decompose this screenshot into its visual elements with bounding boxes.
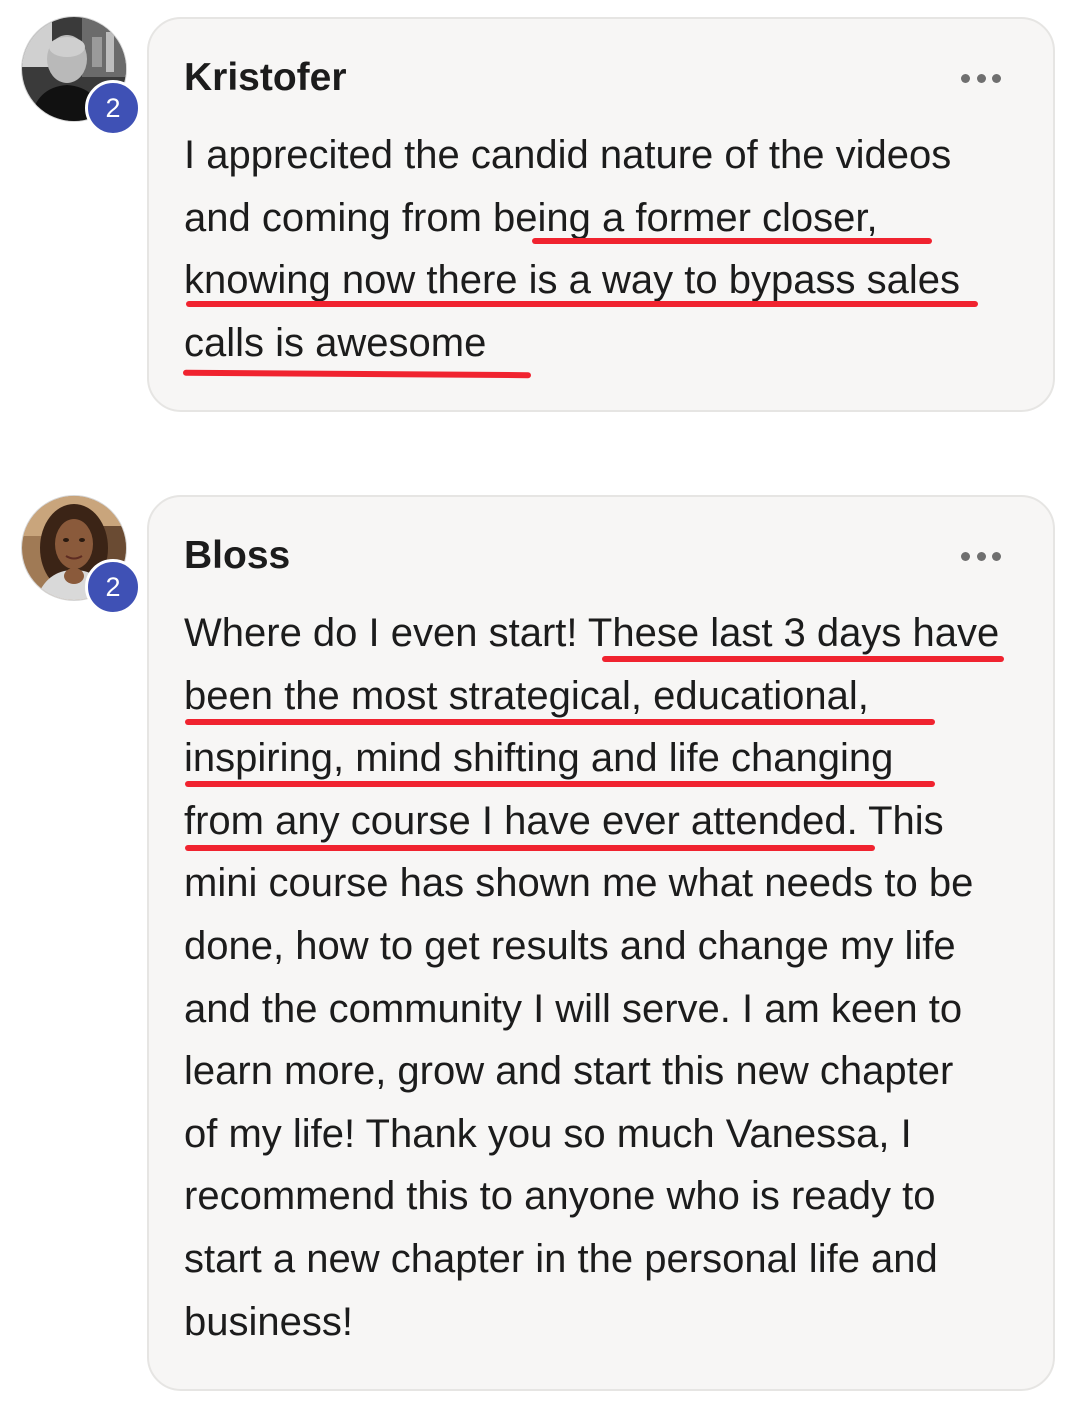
more-options-icon[interactable] — [961, 71, 1001, 85]
highlight-underline — [185, 845, 875, 851]
highlight-underline — [602, 656, 1004, 662]
comment-text-line: start a new chapter in the personal life… — [184, 1236, 938, 1281]
highlight-underline — [185, 719, 935, 725]
comment-text-line: business! — [184, 1299, 353, 1344]
comment-bubble: Bloss Where do I even start! These last … — [147, 495, 1055, 1391]
avatar[interactable]: 2 — [21, 16, 141, 136]
comment-text-line: done, how to get results and change my l… — [184, 923, 956, 968]
comment-text-line: of my life! Thank you so much Vanessa, I — [184, 1111, 912, 1156]
more-options-icon[interactable] — [961, 549, 1001, 563]
comment-text: I apprecited the candid nature of the vi… — [184, 124, 1034, 374]
highlight-underline — [185, 781, 935, 787]
avatar[interactable]: 2 — [21, 495, 141, 615]
highlight-underline — [532, 238, 932, 244]
comment-text-line: from any course I have ever attended. Th… — [184, 798, 944, 843]
notification-badge: 2 — [85, 559, 141, 615]
comment-text-line: calls is awesome — [184, 320, 487, 365]
comment-text-line: I apprecited the candid nature of the vi… — [184, 133, 952, 177]
comment-author[interactable]: Kristofer — [184, 55, 347, 101]
highlight-underline — [182, 369, 532, 379]
notification-badge: 2 — [85, 80, 141, 136]
comment-text-line: and the community I will serve. I am kee… — [184, 986, 963, 1031]
comment-text-line: learn more, grow and start this new chap… — [184, 1049, 954, 1094]
comment-text-line: recommend this to anyone who is ready to — [184, 1174, 936, 1219]
comment-text-line: been the most strategical, educational, — [184, 673, 869, 718]
comment-text: Where do I even start! These last 3 days… — [184, 602, 1034, 1353]
comment-bubble: Kristofer I apprecited the candid nature… — [147, 17, 1055, 412]
comment-text-line: mini course has shown me what needs to b… — [184, 861, 974, 906]
comment-author[interactable]: Bloss — [184, 533, 290, 579]
highlight-underline — [186, 301, 978, 307]
